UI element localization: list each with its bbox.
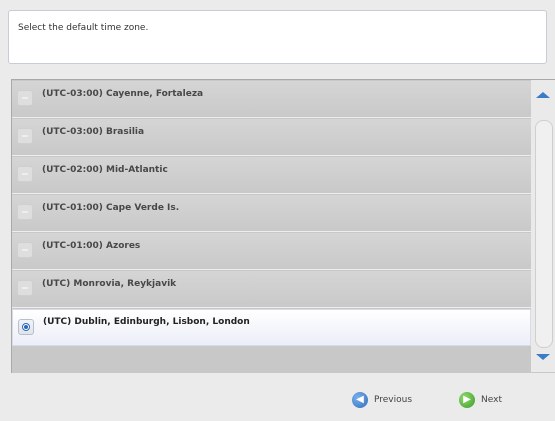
radio-icon[interactable] bbox=[17, 128, 33, 144]
timezone-label: (UTC) Dublin, Edinburgh, Lisbon, London bbox=[43, 317, 250, 327]
timezone-label: (UTC-03:00) Brasilia bbox=[42, 127, 145, 137]
radio-icon[interactable] bbox=[17, 204, 33, 220]
timezone-row[interactable]: (UTC-03:00) Cayenne, Fortaleza bbox=[12, 81, 531, 118]
next-button[interactable]: ▶ Next bbox=[459, 387, 502, 413]
timezone-row[interactable]: (UTC) Monrovia, Reykjavik bbox=[12, 271, 531, 308]
timezone-row[interactable]: (UTC) Dublin, Edinburgh, Lisbon, London bbox=[12, 309, 531, 346]
timezone-label: (UTC-01:00) Cape Verde Is. bbox=[42, 203, 180, 213]
timezone-label: (UTC) Monrovia, Reykjavik bbox=[42, 279, 177, 289]
radio-icon[interactable] bbox=[17, 90, 33, 106]
footer: ◀ Previous ▶ Next bbox=[0, 380, 555, 421]
next-label: Next bbox=[481, 395, 502, 405]
radio-icon[interactable] bbox=[17, 166, 33, 182]
previous-button[interactable]: ◀ Previous bbox=[352, 387, 412, 413]
arrow-left-icon: ◀ bbox=[352, 392, 368, 408]
scroll-up-icon[interactable] bbox=[536, 92, 550, 98]
radio-selected-icon[interactable] bbox=[18, 319, 34, 335]
timezone-row[interactable]: (UTC-01:00) Azores bbox=[12, 233, 531, 270]
timezone-label: (UTC-03:00) Cayenne, Fortaleza bbox=[42, 89, 204, 99]
timezone-row[interactable]: (UTC-03:00) Brasilia bbox=[12, 119, 531, 156]
instruction-panel: Select the default time zone. bbox=[8, 10, 547, 64]
timezone-label: (UTC-01:00) Azores bbox=[42, 241, 141, 251]
timezone-row[interactable]: (UTC-01:00) Cape Verde Is. bbox=[12, 195, 531, 232]
timezone-row[interactable]: (UTC-02:00) Mid-Atlantic bbox=[12, 157, 531, 194]
scrollbar[interactable] bbox=[531, 80, 555, 372]
radio-icon[interactable] bbox=[17, 280, 33, 296]
scroll-down-icon[interactable] bbox=[536, 354, 550, 360]
instruction-text: Select the default time zone. bbox=[18, 23, 149, 33]
timezone-list[interactable]: (UTC-03:00) Cayenne, Fortaleza (UTC-03:00… bbox=[11, 79, 555, 373]
timezone-label: (UTC-02:00) Mid-Atlantic bbox=[42, 165, 168, 175]
scroll-track[interactable] bbox=[535, 120, 553, 348]
previous-label: Previous bbox=[374, 395, 413, 405]
radio-icon[interactable] bbox=[17, 242, 33, 258]
arrow-right-icon: ▶ bbox=[459, 392, 475, 408]
